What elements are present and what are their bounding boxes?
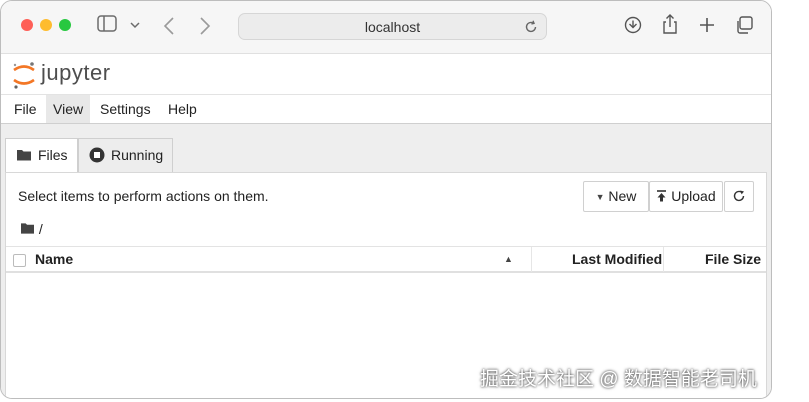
url-text: localhost	[364, 19, 421, 35]
zoom-window-button[interactable]	[59, 19, 71, 31]
tab-files-label: Files	[38, 147, 68, 163]
file-list-header: Name ▲ Last Modified File Size	[6, 246, 766, 273]
close-window-button[interactable]	[21, 19, 33, 31]
breadcrumb: /	[20, 220, 43, 238]
folder-icon	[17, 150, 31, 161]
menu-view[interactable]: View	[46, 95, 91, 123]
logo-text: jupyter	[41, 60, 111, 85]
browser-window: localhost jupyter File View Settings Hel…	[0, 0, 772, 399]
column-file-size[interactable]: File Size	[705, 247, 761, 272]
tabs-overview-icon[interactable]	[735, 16, 753, 34]
new-button-label: New	[608, 188, 637, 204]
minimize-window-button[interactable]	[40, 19, 52, 31]
refresh-icon	[733, 190, 745, 202]
share-icon[interactable]	[661, 14, 679, 34]
folder-icon[interactable]	[20, 222, 35, 235]
jupyter-logo-icon[interactable]	[11, 60, 37, 90]
column-last-modified[interactable]: Last Modified	[572, 247, 662, 272]
upload-icon	[657, 190, 667, 202]
watermark: 掘金技术社区 @ 数据智能老司机	[480, 369, 757, 390]
forward-icon[interactable]	[199, 17, 211, 35]
new-button[interactable]: ▼ New	[583, 181, 649, 212]
menu-settings[interactable]: Settings	[93, 95, 158, 123]
menu-bar: File View Settings Help	[1, 94, 771, 125]
caret-down-icon: ▼	[595, 192, 605, 202]
browser-toolbar: localhost	[1, 1, 771, 54]
column-divider	[531, 247, 532, 272]
select-all-checkbox[interactable]	[13, 254, 26, 267]
upload-button[interactable]: Upload	[649, 181, 723, 212]
tab-files[interactable]: Files	[5, 138, 78, 173]
selection-hint: Select items to perform actions on them.	[18, 188, 269, 204]
refresh-button[interactable]	[724, 181, 754, 212]
column-name[interactable]: Name	[35, 247, 73, 272]
main-content: Files Running Select items to perform ac…	[1, 124, 771, 398]
breadcrumb-path[interactable]: /	[39, 221, 43, 237]
menu-file[interactable]: File	[7, 95, 44, 123]
upload-button-label: Upload	[671, 188, 716, 204]
column-divider	[663, 247, 664, 272]
menu-help[interactable]: Help	[161, 95, 204, 123]
tab-running-label: Running	[111, 147, 164, 163]
address-bar[interactable]: localhost	[238, 13, 547, 40]
tab-running[interactable]: Running	[78, 138, 173, 172]
sidebar-icon[interactable]	[97, 15, 117, 33]
stop-circle-icon	[89, 147, 105, 163]
back-icon[interactable]	[163, 17, 175, 35]
sort-ascending-icon[interactable]: ▲	[504, 249, 513, 269]
new-tab-icon[interactable]	[699, 17, 715, 33]
chevron-down-icon[interactable]	[130, 21, 140, 29]
reload-icon[interactable]	[524, 20, 538, 34]
download-icon[interactable]	[624, 16, 642, 34]
jupyter-header: jupyter	[1, 54, 771, 94]
